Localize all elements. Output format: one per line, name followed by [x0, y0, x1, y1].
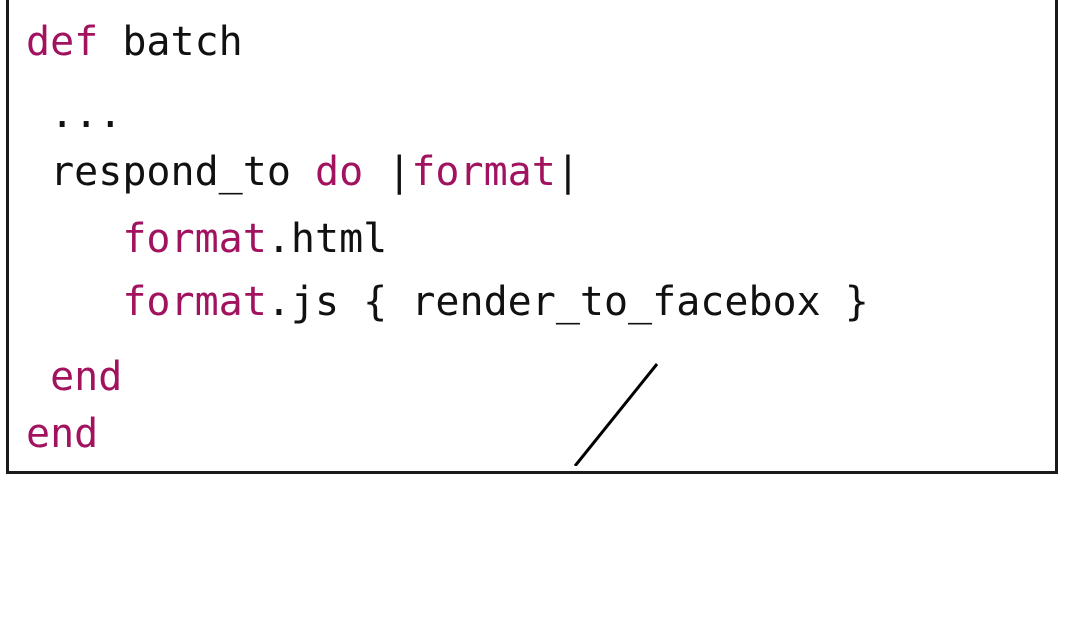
callout-line: [573, 363, 659, 466]
callout-connector-line: [573, 363, 659, 466]
